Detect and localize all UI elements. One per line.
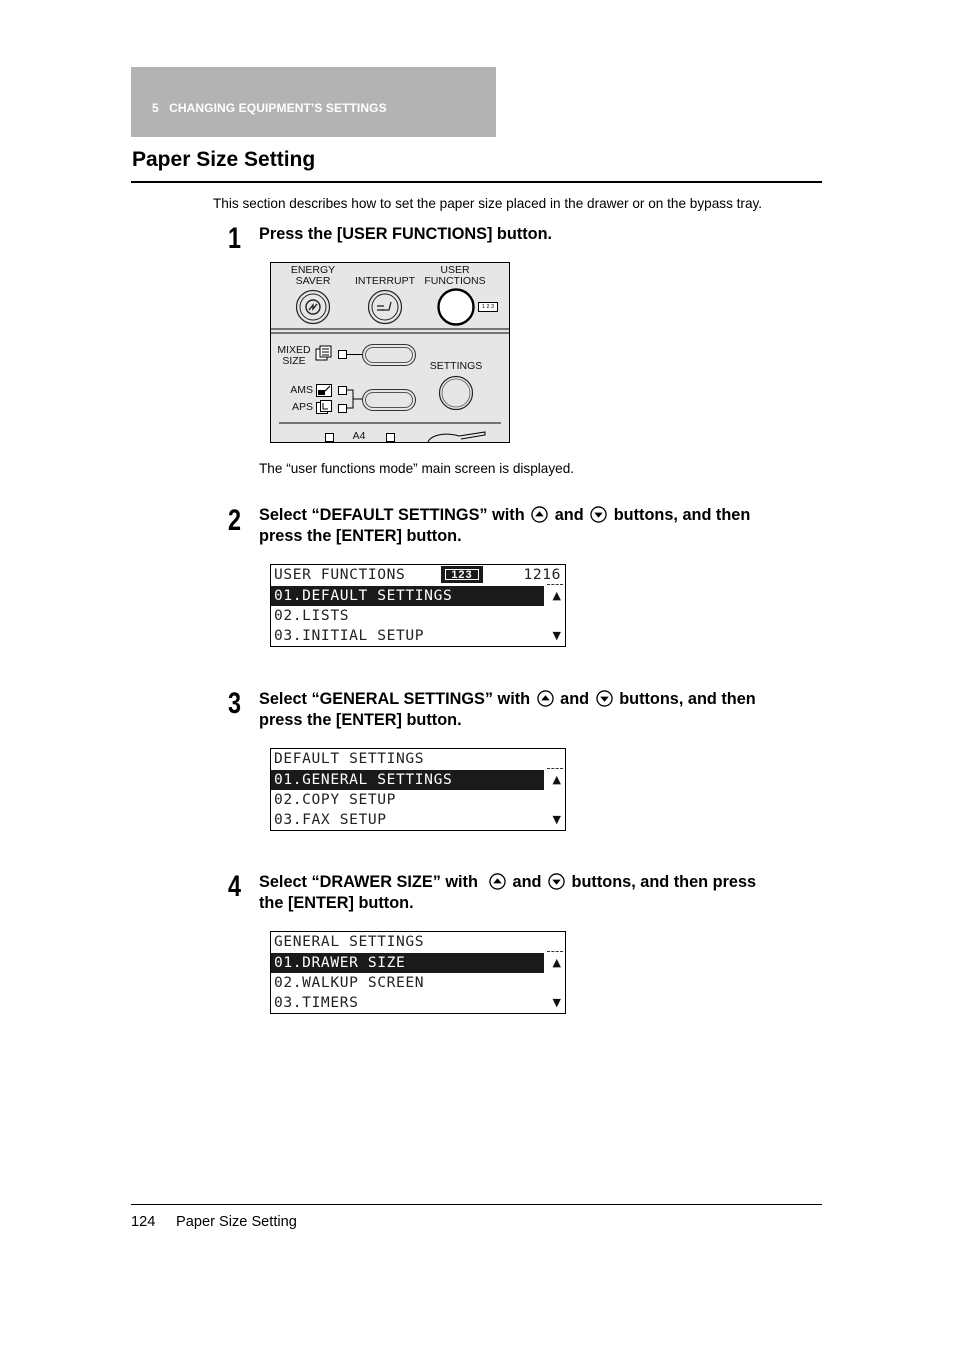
mixed-size-icon	[315, 345, 332, 361]
lcd-dash-divider	[547, 768, 563, 769]
footer-section-title: Paper Size Setting	[176, 1214, 297, 1230]
user-functions-indicator: 1 2 3	[478, 302, 498, 312]
down-button-icon	[548, 873, 565, 890]
up-button-icon	[531, 506, 548, 523]
chapter-title: CHANGING EQUIPMENT’S SETTINGS	[169, 101, 387, 115]
lcd-item-selected[interactable]: 01.GENERAL SETTINGS	[271, 770, 544, 790]
aps-icon	[316, 400, 332, 414]
aps-label: APS	[291, 401, 313, 413]
paper-tray-icon	[427, 431, 486, 443]
step-2-text: Select “DEFAULT SETTINGS” with and butto…	[259, 505, 750, 547]
lcd-screen-default-settings: DEFAULT SETTINGS 01.GENERAL SETTINGS 02.…	[270, 748, 566, 831]
scroll-down-icon: ▼	[552, 813, 561, 826]
step-2-text-and: and	[554, 506, 584, 524]
drawer-lamp-left	[325, 433, 334, 442]
settings-label: SETTINGS	[429, 360, 483, 372]
mixed-size-lamp	[338, 350, 347, 359]
step-3-text-post: buttons, and then	[619, 690, 756, 708]
ams-lamp	[338, 386, 347, 395]
step-number-4: 4	[228, 870, 242, 903]
lcd-counter: 1216	[523, 566, 561, 583]
scroll-up-icon: ▲	[552, 589, 561, 602]
lcd-dash-divider	[547, 951, 563, 952]
lcd-badge-text: 123	[445, 569, 479, 581]
lcd-item[interactable]: 03.TIMERS	[271, 993, 358, 1013]
step-3-text: Select “GENERAL SETTINGS” with and butto…	[259, 689, 756, 731]
aps-lamp	[338, 404, 347, 413]
lcd-item[interactable]: 02.COPY SETUP	[271, 790, 396, 810]
lcd-header: DEFAULT SETTINGS	[274, 750, 425, 767]
lcd-item[interactable]: 02.LISTS	[271, 606, 349, 626]
step-2-text-post: buttons, and then	[613, 506, 751, 524]
down-button-icon	[595, 690, 613, 707]
step-number-2: 2	[228, 504, 242, 537]
footer-divider	[131, 1204, 822, 1205]
lcd-header: GENERAL SETTINGS	[274, 933, 425, 950]
up-button-icon	[489, 873, 506, 890]
connector-line	[347, 354, 362, 355]
lcd-item[interactable]: 03.FAX SETUP	[271, 810, 387, 830]
lcd-screen-general-settings: GENERAL SETTINGS 01.DRAWER SIZE 02.WALKU…	[270, 931, 566, 1014]
step-3-text-line2: press the [ENTER] button.	[259, 711, 462, 729]
energy-saver-button[interactable]	[295, 289, 331, 325]
step-2-text-pre: Select “DEFAULT SETTINGS” with	[259, 506, 525, 524]
interrupt-label: INTERRUPT	[354, 275, 416, 287]
scroll-down-icon: ▼	[552, 996, 561, 1009]
control-panel-figure: ENERGY SAVER INTERRUPT USER FUNCTIONS 1 2 …	[270, 262, 510, 443]
down-button-icon	[590, 506, 607, 523]
scroll-up-icon: ▲	[552, 956, 561, 969]
page-number: 124	[131, 1214, 156, 1230]
title-divider	[131, 181, 822, 183]
step-1-text: Press the [USER FUNCTIONS] button.	[259, 225, 553, 243]
ams-icon	[316, 384, 332, 397]
intro-paragraph: This section describes how to set the pa…	[213, 196, 763, 211]
scroll-up-icon: ▲	[552, 773, 561, 786]
chapter-number: 5	[152, 101, 159, 115]
chapter-label: 5 CHANGING EQUIPMENT’S SETTINGS	[152, 101, 387, 115]
lcd-dash-divider	[547, 584, 563, 585]
settings-button[interactable]	[438, 375, 474, 411]
step-4-text-pre: Select “DRAWER SIZE” with	[259, 873, 478, 891]
scroll-down-icon: ▼	[552, 629, 561, 642]
step-4-text-line2: the [ENTER] button.	[259, 894, 414, 912]
energy-saver-label: ENERGY SAVER	[290, 264, 336, 287]
step-3-text-and: and	[560, 690, 590, 708]
user-functions-label: USER FUNCTIONS	[424, 264, 486, 287]
bracket-connector	[347, 389, 363, 409]
step-number-1: 1	[228, 222, 242, 255]
ams-label: AMS	[290, 384, 313, 396]
lcd-header: USER FUNCTIONS	[274, 566, 406, 583]
lcd-item[interactable]: 02.WALKUP SCREEN	[271, 973, 424, 993]
mixed-size-button[interactable]	[362, 344, 416, 366]
interrupt-button[interactable]	[367, 289, 403, 325]
page-title: Paper Size Setting	[132, 148, 316, 171]
ams-aps-button[interactable]	[362, 389, 416, 411]
lcd-item[interactable]: 03.INITIAL SETUP	[271, 626, 424, 646]
step-1-note: The “user functions mode” main screen is…	[259, 461, 575, 476]
step-4-text-and: and	[512, 873, 542, 891]
mixed-size-label: MIXED SIZE	[277, 344, 311, 367]
step-4-text: Select “DRAWER SIZE” with and buttons, a…	[259, 872, 756, 914]
step-2-text-line2: press the [ENTER] button.	[259, 527, 462, 545]
paper-size-label: A4	[352, 430, 366, 442]
step-4-text-post: buttons, and then press	[571, 873, 757, 891]
step-number-3: 3	[228, 687, 242, 720]
lcd-screen-user-functions: USER FUNCTIONS 123 1216 01.DEFAULT SETTI…	[270, 564, 566, 647]
lcd-item-selected[interactable]: 01.DRAWER SIZE	[271, 953, 544, 973]
up-button-icon	[536, 690, 554, 707]
lcd-item-selected[interactable]: 01.DEFAULT SETTINGS	[271, 586, 544, 606]
lcd-badge: 123	[441, 566, 483, 583]
user-functions-button[interactable]	[437, 288, 475, 326]
drawer-lamp-right	[386, 433, 395, 442]
step-3-text-pre: Select “GENERAL SETTINGS” with	[259, 690, 531, 708]
